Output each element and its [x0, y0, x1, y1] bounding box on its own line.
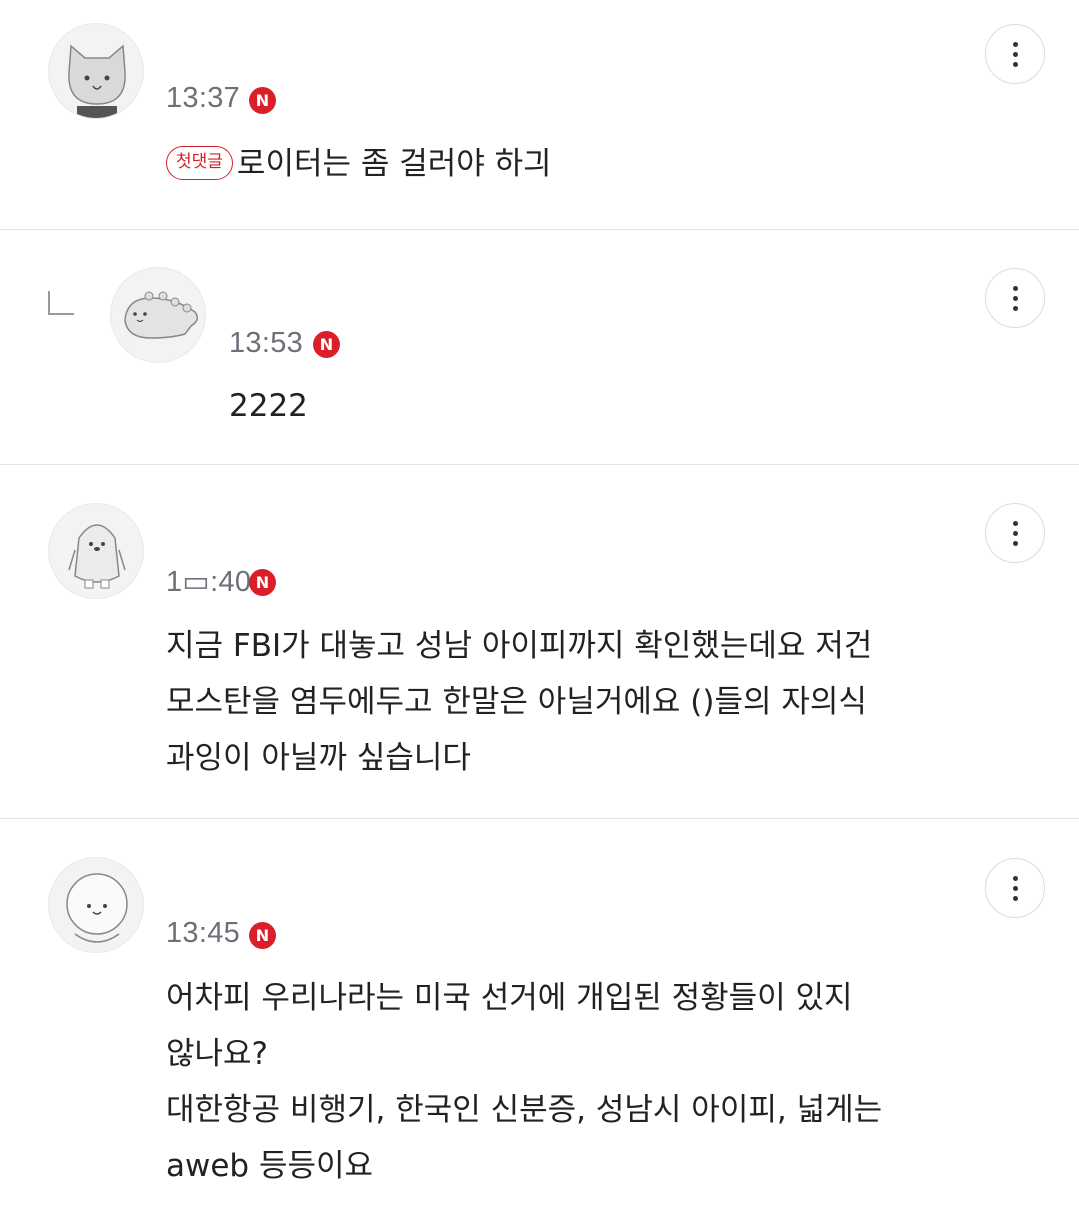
comment-text: 어차피 우리나라는 미국 선거에 개입된 정황들이 있지 않나요? 대한항공 비… [166, 970, 882, 1194]
comment-divider [0, 464, 1079, 465]
comment-text: 2222 [229, 378, 308, 434]
comment-time: 13:53 [229, 327, 304, 359]
penguin-avatar-icon[interactable] [48, 503, 144, 599]
comment-line: 지금 FBI가 대놓고 성남 아이피까지 확인했는데요 저건 [166, 628, 873, 664]
more-options-button[interactable] [985, 24, 1045, 84]
new-badge: N [249, 87, 276, 114]
more-options-button[interactable] [985, 503, 1045, 563]
cat-avatar-icon[interactable] [48, 23, 144, 119]
comment-line: 모스탄을 염두에두고 한말은 아닐거에요 ()들의 자의식 [166, 684, 867, 720]
comment-line: 2222 [229, 388, 308, 424]
comment-line: aweb 등등이요 [166, 1148, 374, 1184]
comment-divider [0, 818, 1079, 819]
reply-arrow-icon [48, 291, 74, 315]
first-comment-badge: 첫댓글 [166, 145, 233, 180]
comment-time: 13:37 [166, 82, 241, 114]
comment-line: 않나요? [166, 1036, 269, 1072]
comment-line: 어차피 우리나라는 미국 선거에 개입된 정황들이 있지 [166, 980, 853, 1016]
new-badge: N [249, 569, 276, 596]
new-badge: N [313, 331, 340, 358]
comment-time: 13:45 [166, 917, 241, 949]
comment-divider [0, 229, 1079, 230]
comment-line: 대한항공 비행기, 한국인 신분증, 성남시 아이피, 넓게는 [166, 1092, 883, 1128]
comment-time: 1▭:40 [166, 566, 252, 598]
dinosaur-avatar-icon[interactable] [110, 267, 206, 363]
comment-text: 지금 FBI가 대놓고 성남 아이피까지 확인했는데요 저건 모스탄을 염두에두… [166, 618, 872, 786]
more-options-button[interactable] [985, 268, 1045, 328]
new-badge: N [249, 922, 276, 949]
bear-avatar-icon[interactable] [48, 857, 144, 953]
more-options-button[interactable] [985, 858, 1045, 918]
comment-line: 과잉이 아닐까 싶습니다 [166, 740, 471, 776]
comment-text: 첫댓글 로이터는 좀 걸러야 하긔 [166, 136, 552, 192]
comment-line: 로이터는 좀 걸러야 하긔 [236, 146, 552, 182]
